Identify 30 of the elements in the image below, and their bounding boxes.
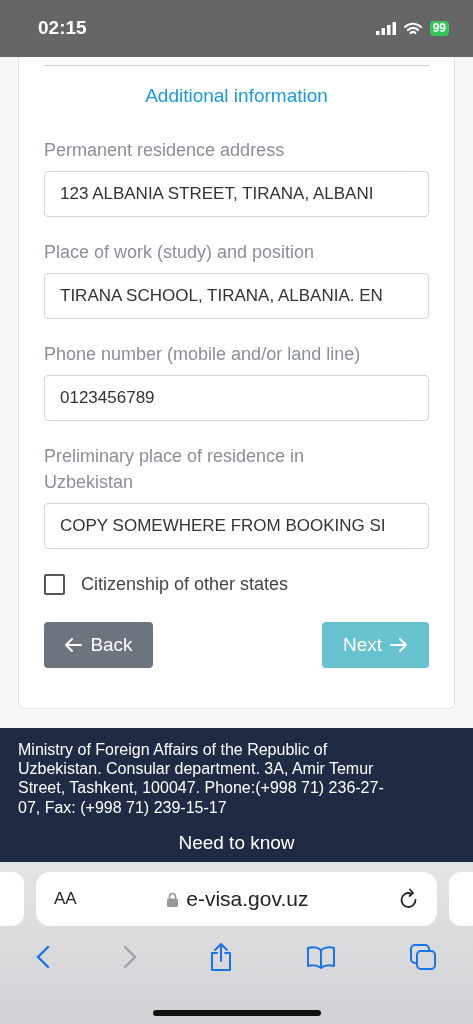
field-label: Permanent residence address: [44, 138, 286, 162]
field-label: Phone number (mobile and/or land line): [44, 342, 362, 366]
wifi-icon: [403, 21, 422, 36]
book-icon[interactable]: [306, 945, 337, 969]
url-text: e-visa.gov.uz: [186, 886, 309, 913]
input-field[interactable]: 0123456789: [44, 374, 429, 421]
back-button[interactable]: Back: [44, 621, 153, 668]
input-field[interactable]: COPY SOMEWHERE FROM BOOKING SI: [44, 502, 429, 549]
lock-icon: [167, 891, 179, 907]
arrow-icon: [390, 636, 409, 653]
text-size-button[interactable]: AA: [54, 886, 77, 912]
address-bar[interactable]: AA e-visa.gov.uz: [36, 872, 437, 926]
field-label: Place of work (study) and position: [44, 240, 316, 264]
arrow-icon: [64, 636, 83, 653]
battery-indicator: 99: [429, 20, 449, 37]
footer-link[interactable]: Need to know: [18, 828, 455, 858]
back-icon[interactable]: [36, 945, 51, 969]
tabs-icon[interactable]: [408, 943, 437, 971]
input-field[interactable]: 123 ALBANIA STREET, TIRANA, ALBANI: [44, 170, 429, 217]
footer-text: Ministry of Foreign Affairs of the Republic of Uzbekistan. Consular department. 3A, Amir Temur Street, Tashkent, 100047. Phone:(+998 71) 236-27-07, Fax: (+998 71) 239-15-17: [18, 740, 385, 817]
section-title: Additional information: [144, 84, 329, 108]
checkbox-label: Citizenship of other states: [81, 572, 289, 596]
clock: 02:15: [38, 16, 87, 41]
share-icon[interactable]: [209, 942, 234, 972]
reload-icon[interactable]: [399, 888, 419, 910]
signal-icon: [375, 22, 396, 35]
checkbox[interactable]: [44, 573, 65, 595]
forward-icon[interactable]: [122, 945, 137, 969]
input-field[interactable]: TIRANA SCHOOL, TIRANA, ALBANIA. EN: [44, 272, 429, 319]
field-label: Preliminary place of residence in Uzbekistan: [44, 444, 306, 494]
